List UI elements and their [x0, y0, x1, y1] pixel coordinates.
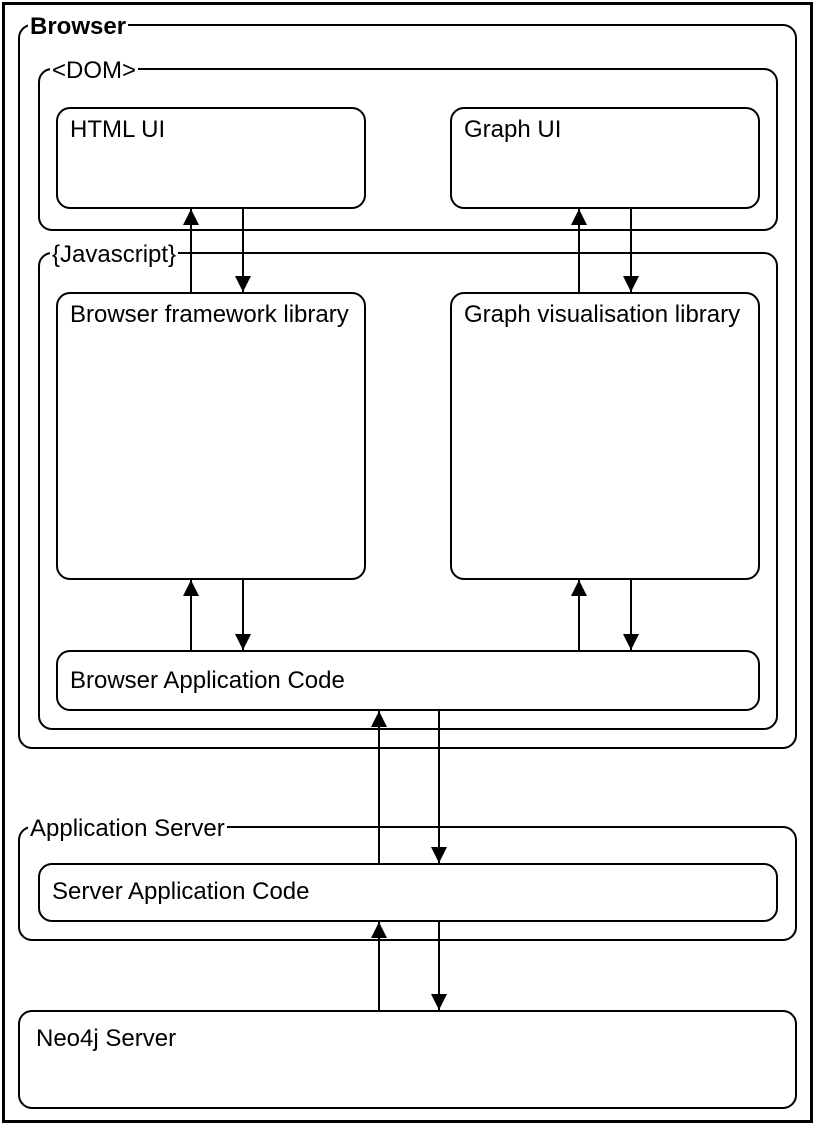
- framework-library-box: Browser framework library: [56, 292, 366, 580]
- arrow-down-icon: [235, 634, 251, 650]
- arrow-down-icon: [623, 276, 639, 292]
- arrow-up-icon: [571, 580, 587, 596]
- graph-ui-box: Graph UI: [450, 107, 760, 209]
- framework-library-label: Browser framework library: [70, 302, 352, 328]
- neo4j-server-box: Neo4j Server: [18, 1010, 797, 1109]
- graph-ui-label: Graph UI: [464, 117, 561, 143]
- server-app-code-box: Server Application Code: [38, 863, 778, 922]
- browser-app-code-label: Browser Application Code: [70, 668, 345, 694]
- graphviz-library-box: Graph visualisation library: [450, 292, 760, 580]
- graphviz-library-label: Graph visualisation library: [464, 302, 746, 328]
- arrow-up-icon: [183, 209, 199, 225]
- browser-title: Browser: [28, 14, 128, 40]
- server-app-code-label: Server Application Code: [52, 879, 309, 905]
- arrow-down-icon: [431, 847, 447, 863]
- arrow-down-icon: [431, 994, 447, 1010]
- arrow-down-icon: [623, 634, 639, 650]
- connector-line: [378, 711, 380, 863]
- browser-app-code-box: Browser Application Code: [56, 650, 760, 711]
- connector-line: [438, 711, 440, 863]
- arrow-down-icon: [235, 276, 251, 292]
- architecture-diagram: Browser <DOM> HTML UI Graph UI {Javascri…: [0, 0, 815, 1125]
- html-ui-label: HTML UI: [70, 117, 165, 143]
- app-server-title: Application Server: [28, 816, 227, 842]
- arrow-up-icon: [371, 922, 387, 938]
- neo4j-server-label: Neo4j Server: [36, 1026, 176, 1052]
- dom-title: <DOM>: [50, 58, 138, 84]
- javascript-title: {Javascript}: [50, 242, 178, 268]
- html-ui-box: HTML UI: [56, 107, 366, 209]
- arrow-up-icon: [371, 711, 387, 727]
- arrow-up-icon: [571, 209, 587, 225]
- arrow-up-icon: [183, 580, 199, 596]
